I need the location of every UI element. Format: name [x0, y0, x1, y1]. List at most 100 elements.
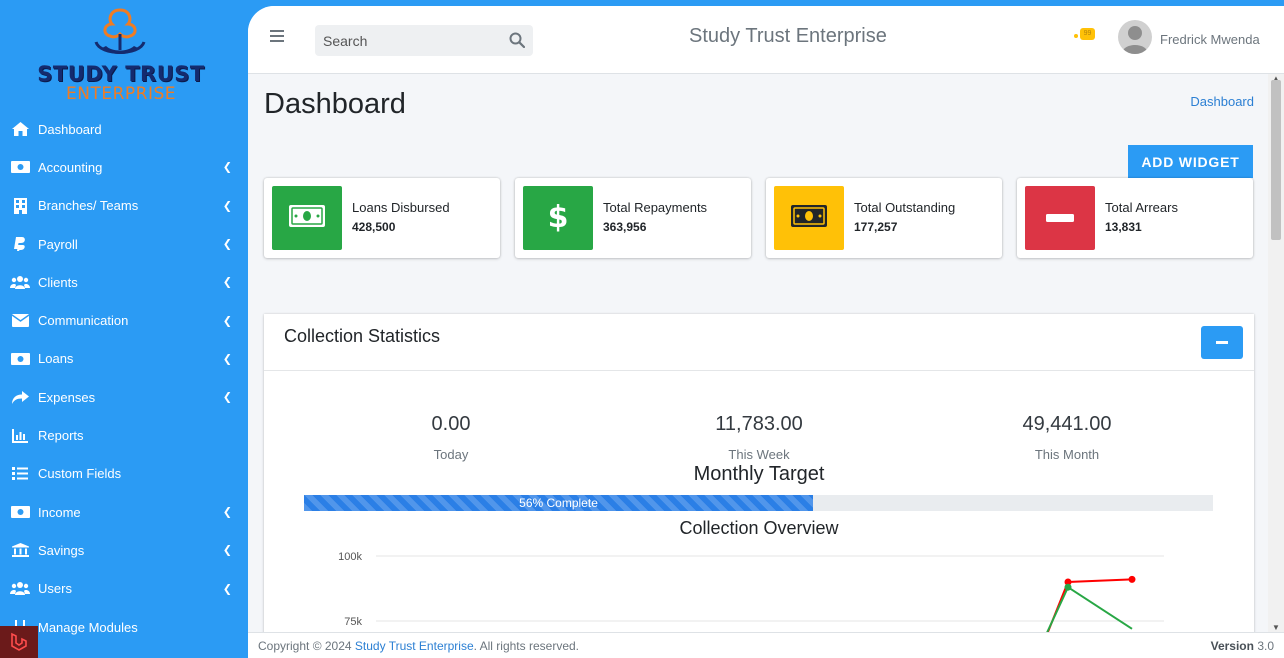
monthly-target-progress: 56% Complete: [304, 495, 1213, 511]
scroll-down-icon[interactable]: ▼: [1272, 623, 1280, 632]
monthly-target-title: Monthly Target: [693, 463, 825, 485]
sidebar-item-label: Communication: [38, 313, 129, 329]
add-widget-button[interactable]: ADD WIDGET: [1128, 145, 1253, 178]
chevron-left-icon: ❮: [222, 161, 232, 174]
money-icon: [10, 504, 30, 520]
building-icon: [10, 197, 30, 214]
sidebar-item-label: Payroll: [38, 236, 78, 252]
sidebar-item-expenses[interactable]: Expenses ❮: [0, 378, 248, 416]
sidebar-item-label: Custom Fields: [38, 466, 122, 482]
metric-label: This Month: [1034, 447, 1100, 462]
logo-text-primary: STUDY TRUST: [37, 62, 205, 86]
page-title: Dashboard: [264, 88, 406, 120]
chevron-left-icon: ❮: [222, 544, 232, 557]
home-icon: [10, 121, 30, 137]
sidebar-item-custom-fields[interactable]: Custom Fields: [0, 455, 248, 493]
card-label: Total Outstanding: [854, 200, 956, 215]
chevron-left-icon: ❮: [222, 353, 232, 366]
card-label: Loans Disbursed: [352, 200, 450, 215]
user-name[interactable]: Fredrick Mwenda: [1160, 32, 1260, 47]
footer-version: Version 3.0: [1211, 639, 1274, 653]
chevron-left-icon: ❮: [222, 200, 232, 213]
footer-company-link[interactable]: Study Trust Enterprise: [355, 639, 474, 653]
tree-hand-logo-icon: [94, 8, 146, 54]
sidebar-item-payroll[interactable]: Payroll ❮: [0, 225, 248, 263]
money-bill-icon: [289, 204, 325, 232]
card-icon-box: [774, 186, 844, 250]
card-value: 363,956: [603, 220, 647, 234]
money-icon: [10, 351, 30, 367]
svg-text:$: $: [548, 200, 568, 232]
money-bill-icon: [791, 204, 827, 232]
scrollbar[interactable]: ▲ ▼: [1268, 74, 1284, 632]
minus-icon: [1046, 209, 1074, 227]
panel-header: Collection Statistics: [264, 314, 1254, 371]
copyright-prefix: Copyright © 2024: [258, 639, 352, 653]
sidebar: STUDY TRUST ENTERPRISE Dashboard Account…: [0, 0, 248, 658]
y-tick-label: 75k: [344, 616, 362, 628]
breadcrumb[interactable]: Dashboard: [1190, 94, 1254, 109]
sidebar-item-label: Accounting: [38, 159, 103, 175]
chevron-left-icon: ❮: [222, 506, 232, 519]
sidebar-item-branches[interactable]: Branches/ Teams ❮: [0, 187, 248, 225]
sidebar-item-label: Expenses: [38, 389, 96, 405]
metric-label: Today: [433, 447, 469, 462]
chart-bar-icon: [10, 428, 30, 444]
version-label: Version: [1210, 639, 1254, 653]
minus-icon: [1216, 341, 1228, 344]
metric-today: 0.00 Today: [351, 413, 551, 462]
brand-logo[interactable]: STUDY TRUST ENTERPRISE: [28, 6, 214, 106]
sidebar-item-loans[interactable]: Loans ❮: [0, 340, 248, 378]
sidebar-item-label: Reports: [38, 428, 84, 444]
search-icon[interactable]: [509, 32, 526, 53]
chevron-left-icon: ❮: [222, 276, 232, 289]
sidebar-nav: Dashboard Accounting ❮ Branches/ Teams ❮…: [0, 110, 248, 646]
sidebar-item-label: Branches/ Teams: [38, 198, 139, 214]
card-icon-box: $: [523, 186, 593, 250]
share-icon: [10, 389, 30, 405]
sidebar-item-label: Clients: [38, 274, 78, 290]
metric-value: 11,783.00: [715, 413, 803, 435]
collapse-button[interactable]: [1201, 326, 1243, 359]
users-icon: [10, 274, 30, 290]
laravel-icon[interactable]: [0, 626, 38, 658]
sidebar-item-clients[interactable]: Clients ❮: [0, 263, 248, 301]
sidebar-item-reports[interactable]: Reports: [0, 416, 248, 454]
card-total-outstanding[interactable]: Total Outstanding 177,257: [766, 178, 1002, 258]
sidebar-item-label: Savings: [38, 542, 85, 558]
users-icon: [10, 581, 30, 597]
chevron-left-icon: ❮: [222, 315, 232, 328]
card-loans-disbursed[interactable]: Loans Disbursed 428,500: [264, 178, 500, 258]
data-point[interactable]: [1128, 575, 1136, 583]
app-title: Study Trust Enterprise: [689, 25, 887, 47]
sidebar-item-label: Income: [38, 504, 81, 520]
paypal-icon: [10, 236, 30, 252]
card-value: 428,500: [352, 220, 396, 234]
metric-value: 0.00: [431, 413, 471, 435]
avatar[interactable]: [1118, 20, 1152, 54]
card-icon-box: [272, 186, 342, 250]
sidebar-item-savings[interactable]: Savings ❮: [0, 531, 248, 569]
data-point[interactable]: [1064, 583, 1072, 591]
footer-copyright: Copyright © 2024 Study Trust Enterprise.…: [258, 639, 579, 653]
sidebar-item-income[interactable]: Income ❮: [0, 493, 248, 531]
notification-badge: 99: [1080, 28, 1095, 40]
progress-label: 56% Complete: [519, 496, 598, 510]
topbar: Study Trust Enterprise 99 Fredrick Mwend…: [248, 6, 1284, 74]
footer: Copyright © 2024 Study Trust Enterprise.…: [248, 632, 1284, 658]
footer-rights: . All rights reserved.: [473, 639, 579, 653]
sidebar-item-accounting[interactable]: Accounting ❮: [0, 148, 248, 186]
sidebar-item-communication[interactable]: Communication ❮: [0, 301, 248, 339]
y-tick-label: 100k: [338, 551, 362, 563]
search-input[interactable]: [315, 25, 495, 56]
dollar-icon: $: [548, 200, 569, 237]
notification-bell-icon[interactable]: 99: [1074, 28, 1096, 44]
menu-toggle-icon[interactable]: [270, 30, 284, 42]
bank-icon: [10, 542, 30, 558]
sidebar-item-users[interactable]: Users ❮: [0, 570, 248, 608]
scrollbar-thumb[interactable]: [1271, 80, 1281, 240]
card-total-repayments[interactable]: $ Total Repayments 363,956: [515, 178, 751, 258]
sidebar-item-dashboard[interactable]: Dashboard: [0, 110, 248, 148]
search-box: [315, 25, 533, 56]
card-total-arrears[interactable]: Total Arrears 13,831: [1017, 178, 1253, 258]
